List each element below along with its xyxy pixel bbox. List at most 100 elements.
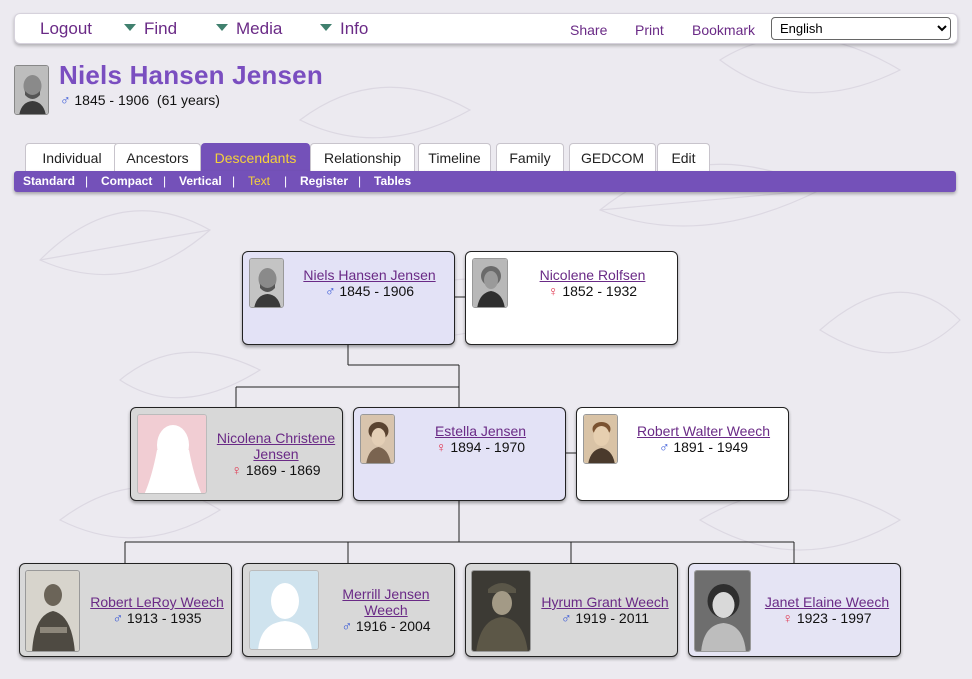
subtab-separator: |	[163, 174, 167, 188]
language-select[interactable]: English	[771, 17, 951, 40]
person-dates-text: 1923 - 1997	[796, 610, 872, 626]
media-menu[interactable]: Media	[216, 19, 282, 39]
person-name-link[interactable]: Nicolena Christene Jensen	[211, 430, 341, 462]
person-dates-text: 1852 - 1932	[562, 283, 638, 299]
subtab-separator: |	[358, 174, 362, 188]
tab-family[interactable]: Family	[496, 143, 564, 171]
person-dates-text: 1894 - 1970	[450, 439, 526, 455]
person-box-grandchild[interactable]: Robert LeRoy Weech ♂ 1913 - 1935	[19, 563, 232, 657]
logout-link[interactable]: Logout	[40, 19, 92, 39]
tab-ancestors[interactable]: Ancestors	[114, 143, 201, 171]
bookmark-link[interactable]: Bookmark	[692, 22, 755, 38]
person-dates: ♀ 1852 - 1932	[514, 283, 671, 299]
person-dates: ♂ 1913 - 1935	[84, 610, 230, 626]
male-symbol-icon: ♂	[560, 610, 572, 626]
subtab-separator: |	[85, 174, 89, 188]
person-thumbnail[interactable]	[471, 570, 531, 652]
media-menu-label: Media	[236, 19, 283, 38]
tab-descendants[interactable]: Descendants	[201, 143, 310, 171]
person-photo[interactable]	[14, 65, 49, 115]
dropdown-triangle-icon	[124, 24, 136, 31]
tab-individual[interactable]: Individual	[25, 143, 119, 171]
person-thumbnail[interactable]	[694, 570, 751, 652]
tab-gedcom[interactable]: GEDCOM	[569, 143, 656, 171]
man-portrait-icon	[584, 415, 617, 463]
info-menu[interactable]: Info	[320, 19, 368, 39]
subtab-separator: |	[284, 174, 288, 188]
person-box-grandchild[interactable]: Merrill Jensen Weech ♂ 1916 - 2004	[242, 563, 455, 657]
woman-portrait-icon	[473, 259, 507, 307]
male-symbol-icon: ♂	[60, 92, 71, 108]
woman-portrait-icon	[695, 571, 750, 651]
person-box-child[interactable]: Nicolena Christene Jensen ♀ 1869 - 1869	[130, 407, 343, 501]
person-thumbnail[interactable]	[249, 258, 284, 308]
person-box-root[interactable]: Niels Hansen Jensen ♂ 1845 - 1906	[242, 251, 455, 345]
female-symbol-icon: ♀	[435, 439, 447, 455]
person-thumbnail[interactable]	[137, 414, 207, 494]
person-name-link[interactable]: Hyrum Grant Weech	[534, 594, 676, 610]
person-dates-text: 1916 - 2004	[355, 618, 431, 634]
person-box-child[interactable]: Estella Jensen ♀ 1894 - 1970	[353, 407, 566, 501]
person-thumbnail[interactable]	[472, 258, 508, 308]
info-menu-label: Info	[340, 19, 369, 38]
find-menu-label: Find	[144, 19, 178, 38]
person-name-link[interactable]: Nicolene Rolfsen	[514, 267, 671, 283]
subtab-separator: |	[232, 174, 236, 188]
soldier-portrait-icon	[472, 571, 530, 651]
find-menu[interactable]: Find	[124, 19, 177, 39]
woman-portrait-icon	[361, 415, 394, 463]
male-symbol-icon: ♂	[658, 439, 670, 455]
person-dates: ♂ 1919 - 2011	[534, 610, 676, 626]
subtab-vertical[interactable]: Vertical	[179, 174, 222, 188]
person-dates: ♂ 1916 - 2004	[327, 618, 445, 634]
subtab-bar: Standard | Compact | Vertical | Text | R…	[14, 171, 956, 192]
person-lifespan: ♂ 1845 - 1906 (61 years)	[60, 92, 220, 108]
person-dates: ♀ 1894 - 1970	[402, 439, 559, 455]
subtab-compact[interactable]: Compact	[101, 174, 152, 188]
person-box-grandchild[interactable]: Janet Elaine Weech ♀ 1923 - 1997	[688, 563, 901, 657]
male-symbol-icon: ♂	[112, 610, 123, 626]
person-dates: ♂ 1845 - 1906	[291, 283, 448, 299]
male-symbol-icon: ♂	[324, 283, 336, 299]
female-symbol-icon: ♀	[547, 283, 559, 299]
man-portrait-icon	[250, 259, 283, 307]
lifespan-text: 1845 - 1906 (61 years)	[74, 92, 220, 108]
man-portrait-icon	[15, 66, 48, 114]
person-dates: ♂ 1891 - 1949	[625, 439, 782, 455]
person-thumbnail[interactable]	[583, 414, 618, 464]
person-name-link[interactable]: Robert LeRoy Weech	[84, 594, 230, 610]
person-dates-text: 1919 - 2011	[575, 610, 650, 626]
tab-timeline[interactable]: Timeline	[418, 143, 491, 171]
print-link[interactable]: Print	[635, 22, 664, 38]
person-name-link[interactable]: Janet Elaine Weech	[755, 594, 899, 610]
person-box-root-spouse[interactable]: Nicolene Rolfsen ♀ 1852 - 1932	[465, 251, 678, 345]
tab-edit[interactable]: Edit	[657, 143, 710, 171]
subtab-tables[interactable]: Tables	[374, 174, 411, 188]
tab-relationship[interactable]: Relationship	[310, 143, 415, 171]
top-navigation-bar: Logout Find Media Info Share Print Bookm…	[14, 13, 958, 44]
man-portrait-icon	[26, 571, 79, 651]
dropdown-triangle-icon	[320, 24, 332, 31]
dropdown-triangle-icon	[216, 24, 228, 31]
person-dates-text: 1891 - 1949	[673, 439, 749, 455]
female-symbol-icon: ♀	[782, 610, 793, 626]
person-box-grandchild[interactable]: Hyrum Grant Weech ♂ 1919 - 2011	[465, 563, 678, 657]
subtab-text[interactable]: Text	[248, 174, 270, 188]
person-dates-text: 1845 - 1906	[339, 283, 415, 299]
person-thumbnail[interactable]	[25, 570, 80, 652]
subtab-register[interactable]: Register	[300, 174, 348, 188]
subtab-standard[interactable]: Standard	[23, 174, 75, 188]
person-name-link[interactable]: Merrill Jensen Weech	[327, 586, 445, 618]
person-thumbnail[interactable]	[249, 570, 319, 650]
person-dates-text: 1869 - 1869	[245, 462, 321, 478]
person-dates: ♀ 1923 - 1997	[755, 610, 899, 626]
person-name-link[interactable]: Niels Hansen Jensen	[291, 267, 448, 283]
person-box-child-spouse[interactable]: Robert Walter Weech ♂ 1891 - 1949	[576, 407, 789, 501]
person-dates-text: 1913 - 1935	[126, 610, 202, 626]
person-thumbnail[interactable]	[360, 414, 395, 464]
person-name-link[interactable]: Robert Walter Weech	[625, 423, 782, 439]
female-silhouette-icon	[138, 415, 206, 493]
female-symbol-icon: ♀	[231, 462, 242, 478]
person-name-link[interactable]: Estella Jensen	[402, 423, 559, 439]
share-link[interactable]: Share	[570, 22, 607, 38]
